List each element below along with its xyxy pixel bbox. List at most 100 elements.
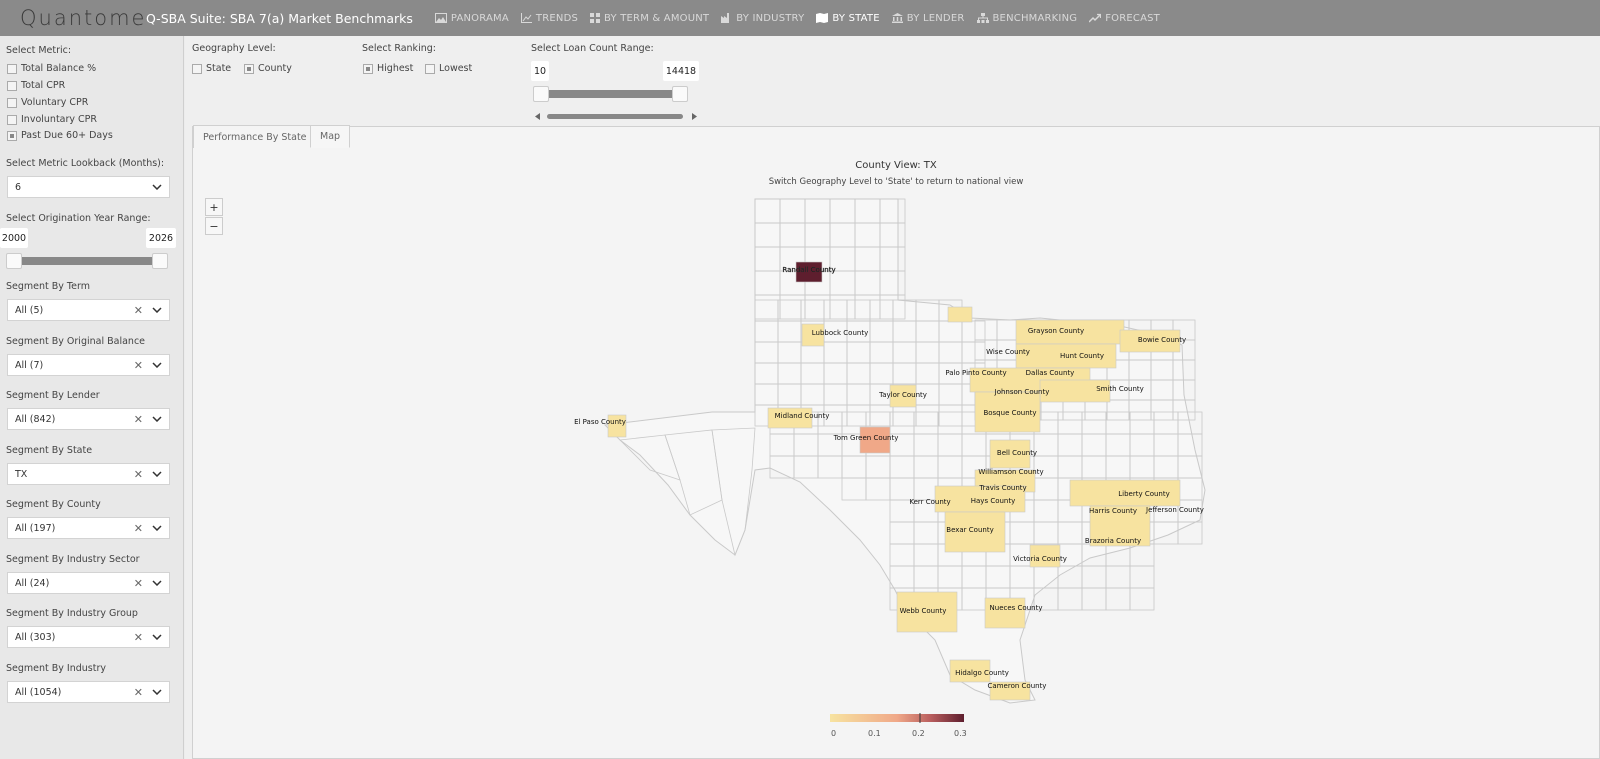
metric-label: Select Metric: (6, 45, 72, 56)
loan-count-min[interactable]: 10 (531, 61, 549, 81)
bank-icon (891, 13, 903, 23)
clear-icon[interactable]: ✕ (134, 522, 143, 535)
rank-highest-option[interactable]: Highest (363, 63, 413, 74)
chevron-down-icon (152, 184, 162, 190)
tab-performance-by-state[interactable]: Performance By State (193, 125, 317, 148)
orig-year-slider-track[interactable] (14, 257, 160, 265)
metric-past-due-60[interactable]: Past Due 60+ Days (7, 130, 113, 141)
trend-up-icon (1089, 13, 1102, 23)
segment-term-label: Segment By Term (6, 281, 90, 292)
clear-icon[interactable]: ✕ (134, 359, 143, 372)
clear-icon[interactable]: ✕ (134, 468, 143, 481)
orig-year-min[interactable]: 2000 (0, 228, 28, 248)
sidebar: Select Metric: Total Balance % Total CPR… (0, 36, 184, 759)
content-panel (192, 126, 1600, 759)
zoom-out-button[interactable]: − (205, 217, 223, 235)
chevron-down-icon (152, 416, 162, 422)
nav-by-state[interactable]: BY STATE (816, 13, 880, 24)
zoom-in-button[interactable]: + (205, 198, 223, 216)
metric-total-cpr[interactable]: Total CPR (7, 80, 65, 91)
main-nav: PANORAMA TRENDS BY TERM & AMOUNT BY INDU… (434, 13, 1172, 24)
loan-count-label: Select Loan Count Range: (531, 43, 654, 54)
clear-icon[interactable]: ✕ (134, 577, 143, 590)
clear-icon[interactable]: ✕ (134, 686, 143, 699)
image-icon (434, 13, 447, 23)
clear-icon[interactable]: ✕ (134, 413, 143, 426)
checkbox[interactable] (7, 114, 17, 125)
checkbox[interactable] (192, 63, 202, 74)
legend-tick: 0.1 (868, 729, 881, 738)
clear-icon[interactable]: ✕ (134, 631, 143, 644)
checkbox[interactable] (7, 63, 17, 74)
nav-by-industry[interactable]: BY INDUSTRY (721, 13, 804, 24)
legend-tick: 0 (831, 729, 837, 738)
segment-balance-select[interactable]: All (7) ✕ (7, 354, 170, 376)
nav-forecast[interactable]: FORECAST (1089, 13, 1160, 24)
segment-state-label: Segment By State (6, 445, 93, 456)
tab-map[interactable]: Map (310, 125, 351, 148)
chevron-down-icon (152, 362, 162, 368)
checkbox[interactable] (7, 80, 17, 91)
sitemap-icon (976, 13, 989, 23)
orig-year-max[interactable]: 2026 (146, 228, 176, 248)
loan-count-slider-track[interactable] (545, 90, 673, 98)
legend-tick: 0.3 (954, 729, 967, 738)
map-legend (830, 713, 964, 723)
orig-year-slider-max-handle[interactable] (152, 253, 168, 269)
checkbox-checked[interactable] (7, 130, 17, 141)
metric-involuntary-cpr[interactable]: Involuntary CPR (7, 114, 97, 125)
segment-lender-label: Segment By Lender (6, 390, 100, 401)
geo-state-option[interactable]: State (192, 63, 231, 74)
nav-by-term-amount[interactable]: BY TERM & AMOUNT (590, 13, 709, 24)
ranking-label: Select Ranking: (362, 43, 436, 54)
loan-count-scrollbar[interactable] (533, 112, 699, 121)
metric-voluntary-cpr[interactable]: Voluntary CPR (7, 97, 88, 108)
map-subtitle: Switch Geography Level to 'State' to ret… (768, 177, 1024, 187)
grid-icon (590, 13, 601, 23)
checkbox-checked[interactable] (363, 63, 373, 74)
metric-total-balance[interactable]: Total Balance % (7, 63, 96, 74)
segment-industry-label: Segment By Industry (6, 663, 107, 674)
checkbox[interactable] (425, 63, 435, 74)
map-title: County View: TX (855, 160, 937, 171)
segment-sector-label: Segment By Industry Sector (6, 554, 140, 565)
orig-year-label: Select Origination Year Range: (6, 213, 151, 224)
chevron-down-icon (152, 307, 162, 313)
chevron-down-icon (152, 689, 162, 695)
chevron-down-icon (152, 471, 162, 477)
lookback-label: Select Metric Lookback (Months): (6, 158, 165, 169)
checkbox-checked[interactable] (244, 63, 254, 74)
segment-term-select[interactable]: All (5) ✕ (7, 299, 170, 321)
geography-label: Geography Level: (192, 43, 276, 54)
line-chart-icon (520, 13, 532, 23)
nav-by-lender[interactable]: BY LENDER (891, 13, 965, 24)
segment-sector-select[interactable]: All (24) ✕ (7, 572, 170, 594)
geo-county-option[interactable]: County (244, 63, 292, 74)
clear-icon[interactable]: ✕ (134, 304, 143, 317)
loan-count-max[interactable]: 14418 (663, 61, 699, 81)
segment-county-select[interactable]: All (197) ✕ (7, 517, 170, 539)
segment-group-select[interactable]: All (303) ✕ (7, 626, 170, 648)
legend-tick: 0.2 (912, 729, 925, 738)
lookback-select[interactable]: 6 (7, 176, 170, 198)
segment-group-label: Segment By Industry Group (6, 608, 138, 619)
map-icon (816, 13, 829, 23)
segment-balance-label: Segment By Original Balance (6, 336, 146, 347)
legend-color-bar (830, 713, 964, 723)
loan-count-slider-max-handle[interactable] (672, 86, 688, 102)
factory-icon (721, 13, 730, 23)
chevron-down-icon (152, 634, 162, 640)
segment-state-select[interactable]: TX ✕ (7, 463, 170, 485)
segment-lender-select[interactable]: All (842) ✕ (7, 408, 170, 430)
orig-year-slider-min-handle[interactable] (6, 253, 22, 269)
segment-county-label: Segment By County (6, 499, 101, 510)
segment-industry-select[interactable]: All (1054) ✕ (7, 681, 170, 703)
nav-benchmarking[interactable]: BENCHMARKING (976, 13, 1078, 24)
suite-title: Q-SBA Suite: SBA 7(a) Market Benchmarks (146, 10, 413, 26)
nav-panorama[interactable]: PANORAMA (434, 13, 509, 24)
checkbox[interactable] (7, 97, 17, 108)
rank-lowest-option[interactable]: Lowest (425, 63, 472, 74)
nav-trends[interactable]: TRENDS (520, 13, 578, 24)
loan-count-slider-min-handle[interactable] (533, 86, 549, 102)
brand-logo[interactable]: Quantome (20, 6, 146, 30)
